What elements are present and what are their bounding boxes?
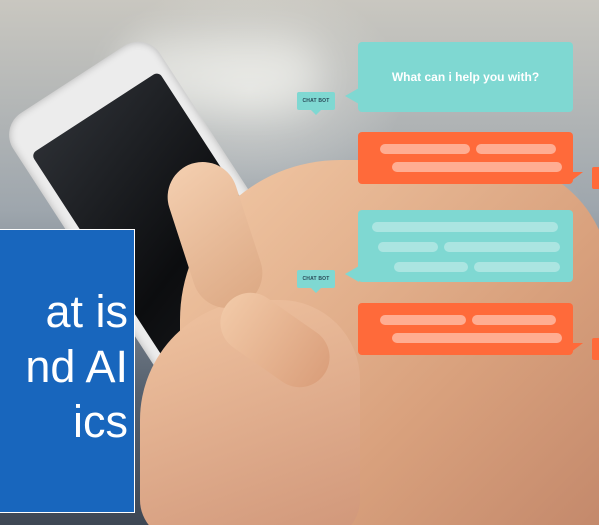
placeholder-text-bar — [380, 144, 470, 154]
title-line-1: at is — [45, 286, 128, 337]
title-panel: at is nd AI ics — [0, 229, 135, 513]
placeholder-text-bar — [394, 262, 468, 272]
bot-reply-bubble — [358, 210, 573, 282]
placeholder-text-bar — [474, 262, 560, 272]
chat-bot-tag: CHAT BOT — [297, 92, 335, 115]
cropped-bubble-edge — [592, 338, 599, 360]
cropped-bubble-edge — [592, 167, 599, 189]
title-line-3: ics — [73, 396, 128, 447]
title-line-2: nd AI — [25, 341, 128, 392]
placeholder-text-bar — [392, 162, 562, 172]
bot-question-bubble: What can i help you with? — [358, 42, 573, 112]
chat-bot-tag: CHAT BOT — [297, 270, 335, 293]
user-reply-bubble — [358, 303, 573, 355]
placeholder-text-bar — [476, 144, 556, 154]
placeholder-text-bar — [444, 242, 560, 252]
placeholder-text-bar — [472, 315, 556, 325]
bubble-tail — [567, 343, 583, 355]
placeholder-text-bar — [392, 333, 562, 343]
placeholder-text-bar — [372, 222, 558, 232]
bubble-tail — [345, 88, 359, 104]
placeholder-text-bar — [380, 315, 466, 325]
bubble-tail — [345, 266, 359, 282]
placeholder-text-bar — [378, 242, 438, 252]
bubble-tail — [567, 172, 583, 184]
user-reply-bubble — [358, 132, 573, 184]
bot-question-text: What can i help you with? — [391, 70, 540, 84]
